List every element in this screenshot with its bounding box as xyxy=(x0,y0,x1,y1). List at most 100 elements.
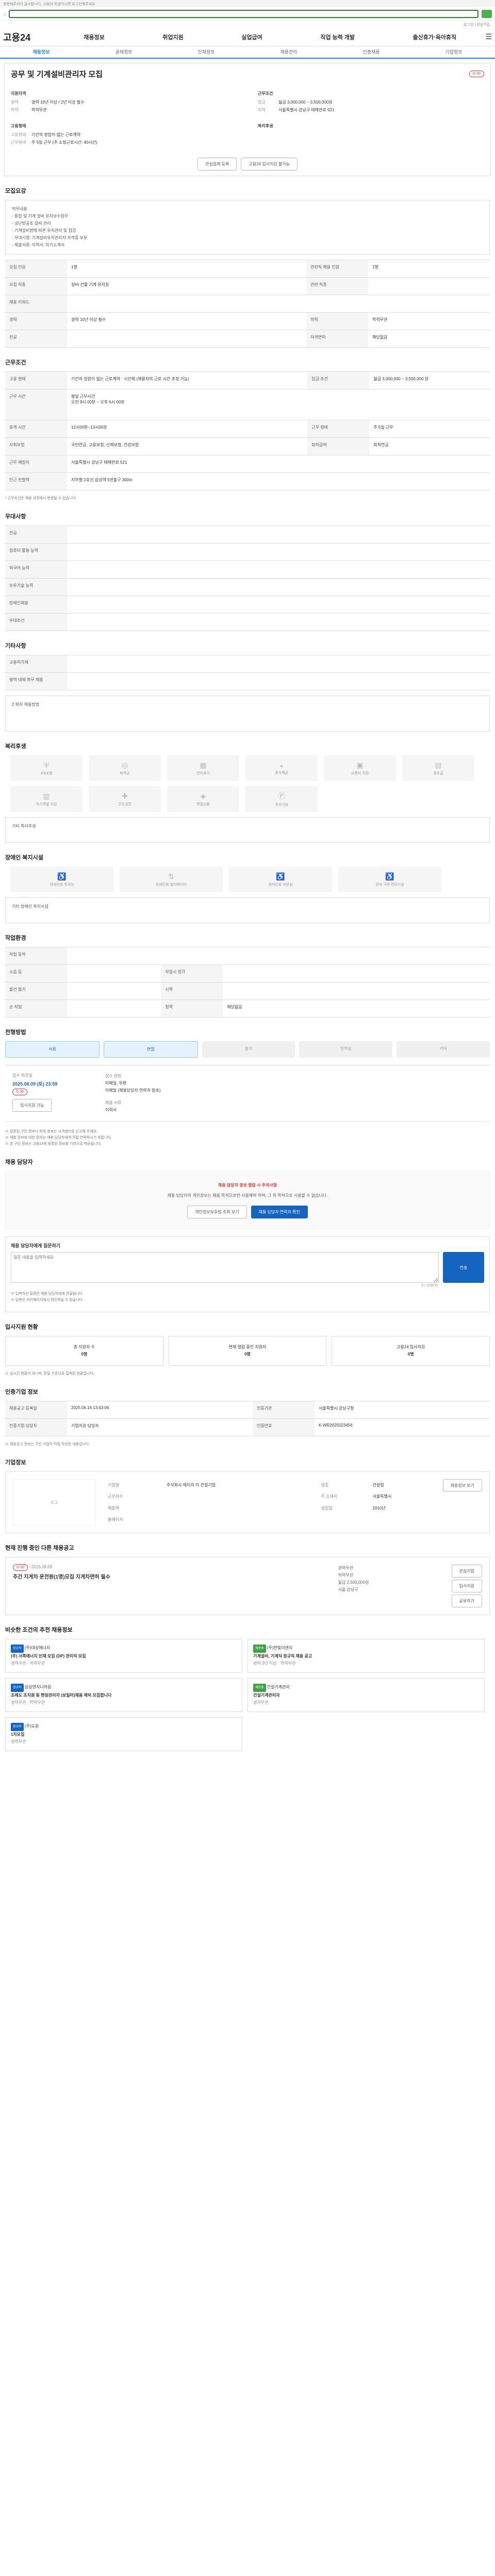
cell: 해당없음 xyxy=(368,330,490,348)
section-title: 비슷한 조건의 추천 채용정보 xyxy=(5,1627,73,1633)
nav-leave[interactable]: 출산휴가·육아휴직 xyxy=(413,33,457,41)
cell: 임금 조건 xyxy=(307,371,370,389)
tab-manage[interactable]: 채용관리 xyxy=(248,46,330,58)
share-button[interactable]: 공유하기 xyxy=(451,1595,482,1607)
util-links[interactable]: 로그인 | 회원가입 xyxy=(0,21,495,28)
step-document: 서류 xyxy=(5,1041,100,1058)
qa-send-button[interactable]: 전송 xyxy=(443,1252,484,1283)
section-title: 장애인 복지시설 xyxy=(5,855,43,861)
tab-certified[interactable]: 인증채용 xyxy=(330,46,412,58)
interest-button[interactable]: 관심업체 등록 xyxy=(197,158,237,171)
stats-cards: 총 지원자 수 0명 현재 열람 중인 지원자 0명 고용24 입사지원 0명 xyxy=(5,1336,490,1366)
company-logo: 로고 xyxy=(13,1479,95,1526)
nav-benefit[interactable]: 실업급여 xyxy=(241,33,262,41)
tag: 정규직 xyxy=(11,1684,24,1692)
label: 근무형태 xyxy=(11,140,26,145)
nav-jobs[interactable]: 채용정보 xyxy=(84,33,104,41)
cell: 서울특별시 xyxy=(372,1494,392,1499)
section-title: 모집요강 xyxy=(5,188,26,194)
stat-label: 총 지원자 수 xyxy=(73,1345,95,1349)
qa-heading: 채용 담당자에게 질문하기 xyxy=(11,1243,61,1248)
tab-company[interactable]: 기업정보 xyxy=(412,46,495,58)
similar-info: 학력무관 xyxy=(338,1573,353,1578)
cell: 우대조건 xyxy=(5,613,67,631)
cell xyxy=(67,999,161,1018)
search-input[interactable] xyxy=(9,9,478,18)
apply-button[interactable]: 입사지원 xyxy=(451,1580,482,1592)
parking-icon: ♿ xyxy=(57,872,67,880)
qa-textarea[interactable] xyxy=(11,1252,439,1283)
meta: 경력무관 · 학력무관 xyxy=(11,1661,45,1666)
home-icon[interactable]: ⌂ xyxy=(3,11,6,16)
similar-title[interactable]: 주간 지게차 운전원(1명)모집 지게차면허 필수 xyxy=(13,1572,328,1580)
welfare-label: 연차휴가 xyxy=(196,771,210,775)
cell: 설비·건물 기계 유지원 xyxy=(67,277,306,295)
step-aptitude: 인적성 xyxy=(299,1041,393,1058)
job-summary: 공무 및 기계설비관리자 모집 D-30 지원자격 경력 경력 10년 이상 / … xyxy=(4,63,491,176)
facility-item: ♿ 장애 극복 편의시설 xyxy=(338,867,441,892)
deadline-label: 접수 마감일 xyxy=(12,1073,33,1078)
similar-job[interactable]: D-30 ~2025.08.09 주간 지게차 운전원(1명)모집 지게차면허 … xyxy=(5,1557,490,1615)
apply-button[interactable]: 입사지원 가능 xyxy=(12,1099,52,1112)
cell: 청력 xyxy=(161,999,223,1018)
note-line: ※ 본 구인 정보는 고용24에 등록된 정보를 기반으로 제공됩니다. xyxy=(5,1142,102,1146)
search-button[interactable] xyxy=(482,9,492,18)
job-title[interactable]: (주) 서쪽에너지 인재 모집 (DP) 관리직 모집 xyxy=(11,1653,237,1660)
workenv-table: 작업 동작 소음 등 작업시 청각 물건 들기 시력 손 작업 청력 해당없음 xyxy=(5,947,490,1018)
meta: 경력무관 · 학력무관 xyxy=(11,1700,45,1705)
tab-jobs[interactable]: 채용정보 xyxy=(0,46,82,58)
cell: 사회보험 xyxy=(5,437,67,455)
desc-line: - 냉난방공조 설비 관리 xyxy=(12,221,51,226)
job-title[interactable]: 1차모집 xyxy=(11,1731,237,1738)
detail-table: 모집 인원 1명 관련직 채용 인원 1명 모집 직종 설비·건물 기계 유지원 관련 직… xyxy=(5,260,490,348)
meal-icon: ◒ xyxy=(279,761,284,769)
tab-public[interactable]: 공채정보 xyxy=(82,46,165,58)
welfare-item: ◎ 퇴직금 xyxy=(89,755,161,781)
site-logo[interactable]: 고용24 xyxy=(3,30,55,44)
nav-support[interactable]: 취업지원 xyxy=(162,33,183,41)
welfare-label: 자기계발 지원 xyxy=(36,802,57,806)
job-title[interactable]: 건설기계관리자 xyxy=(253,1692,479,1699)
welfare-item: ▦ 연차휴가 xyxy=(167,755,239,781)
gift-icon: ▤ xyxy=(435,760,442,769)
apply-disabled-button[interactable]: 고용24 입사지원 불가능 xyxy=(241,158,298,171)
table-row: 홈페이지 xyxy=(106,1514,433,1526)
table-row: 고용허가제 xyxy=(5,655,490,673)
nav-training[interactable]: 직업 능력 개발 xyxy=(320,33,355,41)
company: (주)도원 xyxy=(24,1724,39,1728)
recruit-steps: 서류 면접 필기 인적성 기타 xyxy=(5,1041,490,1058)
job-title[interactable]: 조례도 조치원 등 현장관리자 (보일러)채용 제외 모집합니다 xyxy=(11,1692,237,1699)
note-line: ※ 답변은 마이페이지에서 확인하실 수 있습니다. xyxy=(11,1298,84,1302)
cell: 서울특별시 강남구 테헤란로 521 xyxy=(67,455,490,473)
value: 학력무관 xyxy=(31,108,47,112)
cell: 건설업 xyxy=(372,1482,384,1487)
cell: 모집 직종 xyxy=(5,277,67,295)
recommend-item[interactable]: 채용중 (주)한빛이엔지 기계설비, 기계직 정규직 채용 공고 경력 3년 이상 … xyxy=(248,1639,485,1673)
label: 학력 xyxy=(11,108,19,112)
privacy-button[interactable]: 개인정보보호법 조회 보기 xyxy=(187,1206,247,1218)
cell: 근무 시간 xyxy=(5,389,67,420)
recommend-item[interactable]: 정규직 (주)도원 1차모집 경력무관 xyxy=(5,1717,242,1751)
menu-icon[interactable]: ☰ xyxy=(485,32,492,41)
company-jobs-button[interactable]: 채용정보 보기 xyxy=(442,1479,482,1492)
job-title[interactable]: 기계설비, 기계직 정규직 채용 공고 xyxy=(253,1653,479,1660)
interest-company-button[interactable]: 관심기업 xyxy=(451,1565,482,1578)
company: (주)대성에너지 xyxy=(24,1646,51,1650)
facility-label: 장애인용 주차장 xyxy=(50,883,74,887)
contact-button[interactable]: 채용 담당자 연락처 확인 xyxy=(251,1206,308,1218)
cell: 설립일 xyxy=(321,1505,333,1511)
cell: 월급 3,000,000 ~ 3,500,000 원 xyxy=(369,371,490,389)
recommend-item[interactable]: 정규직 (주)대성에너지 (주) 서쪽에너지 인재 모집 (DP) 관리직 모집 경… xyxy=(5,1639,242,1673)
tab-talent[interactable]: 인재정보 xyxy=(165,46,248,58)
cell xyxy=(67,982,161,1000)
table-row: 작업 동작 xyxy=(5,947,490,965)
qualification-heading: 지원자격 xyxy=(11,91,26,96)
section-title: 복리후생 xyxy=(5,743,26,750)
qa-panel: 채용 담당자에게 질문하기 전송 0 / 1000자 ※ 입력하신 질문은 채용… xyxy=(5,1236,490,1312)
section-title: 현재 진행 중인 다른 채용공고 xyxy=(5,1545,74,1551)
cell xyxy=(67,295,490,313)
recommend-item[interactable]: 정규직 삼성엔지니어링 조례도 조치원 등 현장관리자 (보일러)채용 제외 모집… xyxy=(5,1678,242,1712)
recommend-item[interactable]: 채용중 건설기계관리 건설기계관리자 경력무관 xyxy=(248,1678,485,1712)
cell: 기업지원 담당자 xyxy=(67,1418,253,1436)
present-icon: ◈ xyxy=(200,791,206,800)
